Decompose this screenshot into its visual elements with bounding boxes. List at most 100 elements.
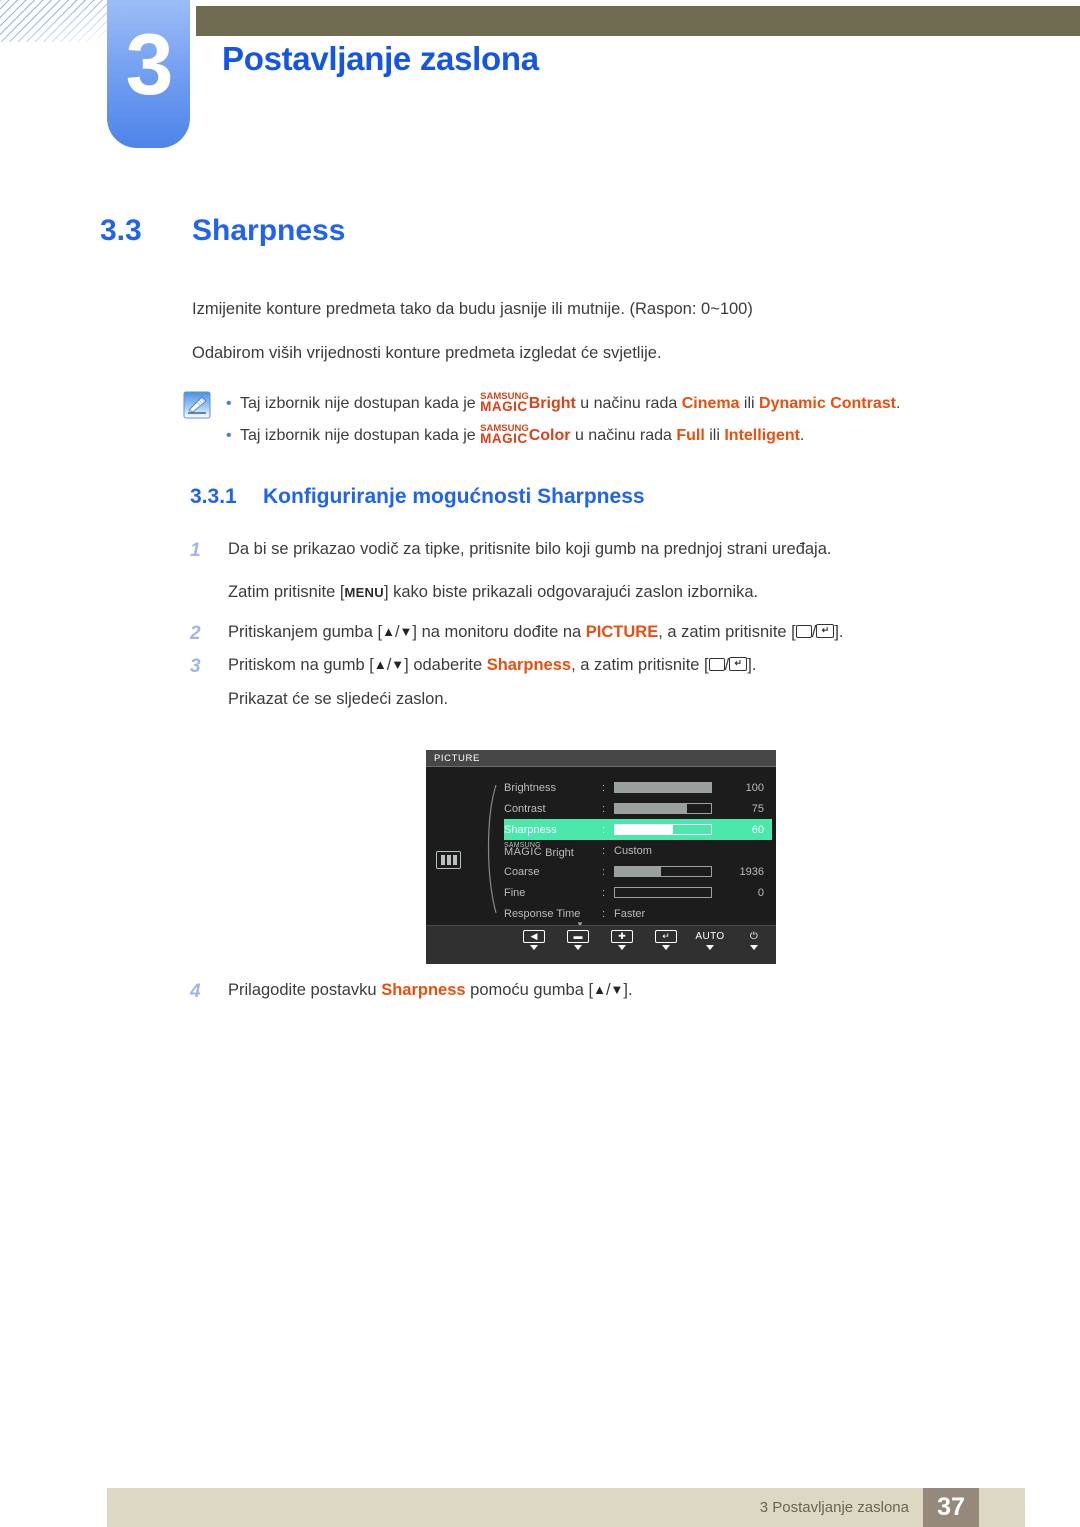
osd-row-fine[interactable]: Fine : 0: [504, 882, 772, 903]
osd-slider[interactable]: [614, 824, 712, 835]
osd-power-button[interactable]: ⏻: [732, 930, 776, 950]
intro-paragraph-1: Izmijenite konture predmeta tako da budu…: [192, 300, 753, 318]
osd-label: SAMSUNG MAGIC Bright: [504, 842, 602, 859]
chapter-title: Postavljanje zaslona: [222, 40, 539, 77]
note-1-mid: u načinu rada: [575, 395, 682, 412]
caret-down-icon: [574, 945, 582, 950]
magic-bottom-line: MAGIC: [504, 846, 543, 859]
caret-down-icon: [750, 945, 758, 950]
bullet-marker: •: [226, 427, 232, 444]
note-bullet-1: • Taj izbornik nije dostupan kada je SAM…: [182, 388, 1032, 420]
step-4-text: Prilagodite postavku Sharpness pomoću gu…: [228, 981, 1040, 1000]
step-4: 4 Prilagodite postavku Sharpness pomoću …: [190, 981, 1040, 1002]
step-2-t2: ] na monitoru dođite na: [412, 623, 586, 641]
osd-slider[interactable]: [614, 782, 712, 793]
step-1: 1 Da bi se prikazao vodič za tipke, prit…: [190, 540, 1040, 561]
osd-slider[interactable]: [614, 803, 712, 814]
note-1-keyword-1: Cinema: [681, 395, 740, 412]
menu-keycap: MENU: [344, 585, 384, 600]
arrow-up-icon: ▲: [382, 624, 395, 639]
subsection-title: Konfiguriranje mogućnosti Sharpness: [263, 485, 645, 508]
magic-bottom-line: MAGIC: [480, 431, 528, 446]
step-3-keyword: Sharpness: [486, 656, 572, 674]
osd-bar-wrap: [614, 824, 714, 835]
note-1-magic-suffix: Bright: [528, 395, 576, 412]
osd-enter-button[interactable]: ↵: [644, 930, 688, 950]
intro-paragraph-2: Odabirom viših vrijednosti konture predm…: [192, 344, 662, 362]
slash: /: [605, 981, 611, 999]
osd-back-button[interactable]: ◀: [512, 930, 556, 950]
osd-row-brightness[interactable]: Brightness : 100: [504, 777, 772, 798]
osd-slider[interactable]: [614, 866, 712, 877]
samsung-magic-logo: SAMSUNG MAGIC: [504, 842, 543, 859]
osd-magic-suffix: Bright: [542, 846, 574, 859]
osd-plus-button[interactable]: ✚: [600, 930, 644, 950]
power-icon: ⏻: [749, 930, 759, 942]
note-1-keyword-2: Dynamic Contrast: [759, 395, 896, 412]
subsection-number: 3.3.1: [190, 485, 237, 508]
samsung-magic-logo: SAMSUNG MAGIC: [480, 392, 529, 413]
slash: /: [394, 623, 400, 641]
note-2-conj: ili: [704, 427, 725, 444]
osd-slider[interactable]: [614, 887, 712, 898]
osd-label: Response Time: [504, 907, 581, 920]
samsung-magic-logo: SAMSUNG MAGIC: [480, 424, 529, 446]
back-arrow-icon: ◀: [523, 930, 545, 943]
step-2-keyword: PICTURE: [585, 623, 659, 641]
osd-value: Faster: [614, 907, 646, 920]
step-2-t4: ].: [834, 623, 844, 641]
step-1-number: 1: [190, 540, 201, 561]
section-number: 3.3: [100, 214, 142, 247]
osd-slider-fill: [615, 825, 673, 834]
section-heading: 3.3 Sharpness: [100, 214, 345, 248]
osd-row-magic-bright[interactable]: SAMSUNG MAGIC Bright : Custom: [504, 840, 772, 861]
step-3-t1: Pritiskom na gumb [: [228, 656, 374, 674]
osd-value: 60: [751, 823, 764, 836]
arrow-down-icon: ▼: [391, 657, 405, 672]
arrow-up-icon: ▲: [373, 657, 387, 672]
step-1-sub-post: ] kako biste prikazali odgovarajući zasl…: [383, 583, 759, 601]
section-title: Sharpness: [192, 214, 346, 247]
caret-down-icon: [662, 945, 670, 950]
enter-icon: ↵: [655, 930, 677, 943]
osd-row-response-time[interactable]: Response Time : Faster: [504, 903, 772, 924]
osd-label: Sharpness: [504, 823, 557, 836]
osd-row-coarse[interactable]: Coarse : 1936: [504, 861, 772, 882]
caret-down-icon: [618, 945, 626, 950]
osd-menu-rows: Brightness : 100 Contrast : 75 Sharpness…: [504, 777, 772, 924]
osd-label: Coarse: [504, 865, 540, 878]
osd-bar-wrap: [614, 866, 714, 877]
osd-row-contrast[interactable]: Contrast : 75: [504, 798, 772, 819]
picture-bars-icon: [436, 851, 461, 869]
step-2: 2 Pritiskanjem gumba [▲/▼] na monitoru d…: [190, 623, 1040, 644]
step-2-t3: , a zatim pritisnite [: [658, 623, 796, 641]
note-2-keyword-2: Intelligent: [724, 427, 800, 444]
osd-slider-fill: [615, 783, 711, 792]
osd-label: Brightness: [504, 781, 556, 794]
step-1-text: Da bi se prikazao vodič za tipke, pritis…: [228, 540, 832, 558]
osd-row-sharpness[interactable]: Sharpness : 60: [504, 819, 772, 840]
note-2-post: .: [799, 427, 805, 444]
arrow-down-icon: ▼: [610, 982, 624, 997]
note-2-keyword-1: Full: [676, 427, 705, 444]
step-3-number: 3: [190, 656, 201, 677]
osd-titlebar: PICTURE: [426, 750, 776, 767]
step-3-t3: , a zatim pritisnite [: [571, 656, 709, 674]
osd-auto-button[interactable]: AUTO: [688, 930, 732, 950]
step-4-keyword: Sharpness: [381, 981, 466, 999]
osd-toolbar: ◀ ▬ ✚ ↵ AUTO ⏻: [426, 925, 776, 964]
note-bullet-2: • Taj izbornik nije dostupan kada je SAM…: [182, 420, 1032, 452]
arrow-down-icon: ▼: [399, 624, 413, 639]
enter-key-icon: ↵: [729, 657, 748, 671]
step-3-t2: ] odaberite: [404, 656, 487, 674]
osd-minus-button[interactable]: ▬: [556, 930, 600, 950]
subsection-heading: 3.3.1 Konfiguriranje mogućnosti Sharpness: [190, 485, 645, 509]
auto-label: AUTO: [695, 930, 725, 942]
menu-box-icon: [795, 625, 812, 638]
osd-colon: :: [602, 802, 606, 815]
menu-box-icon: [708, 658, 725, 671]
chapter-number-tab: 3: [107, 0, 190, 148]
hatch-fade-overlay: [0, 0, 107, 42]
caret-down-icon: [706, 945, 714, 950]
arrow-up-icon: ▲: [593, 982, 606, 997]
